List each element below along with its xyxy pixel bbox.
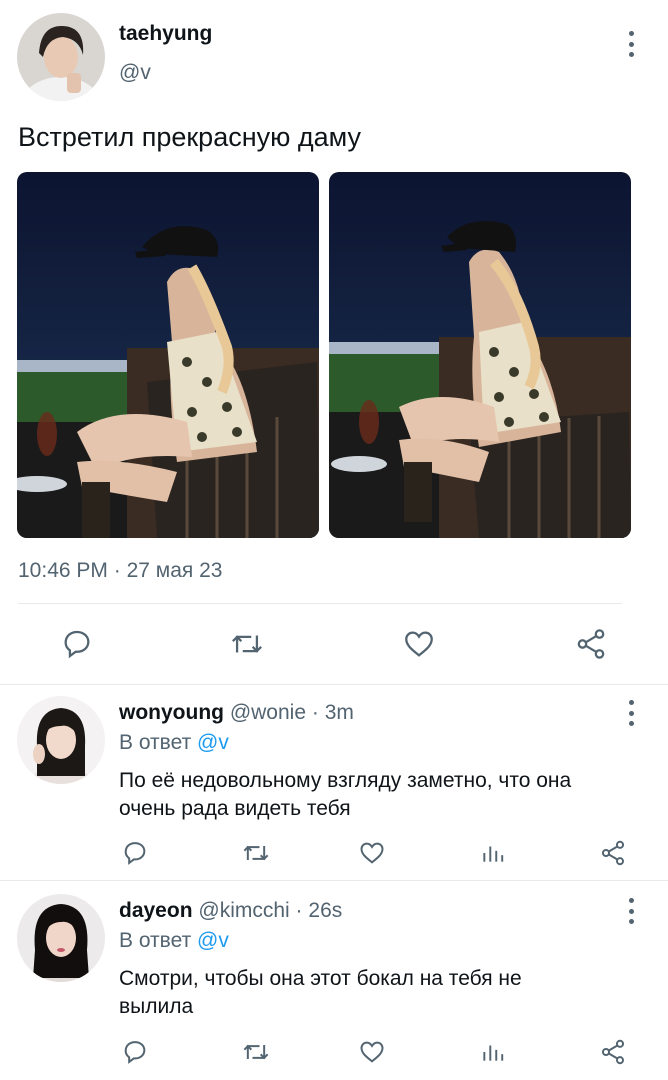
retweet-icon[interactable] — [241, 1038, 271, 1066]
share-icon[interactable] — [574, 627, 608, 661]
reply-avatar[interactable] — [17, 894, 105, 982]
more-options-icon[interactable] — [621, 700, 641, 726]
reply-avatar[interactable] — [17, 696, 105, 784]
more-options-icon[interactable] — [621, 31, 641, 57]
reply-icon[interactable] — [60, 627, 94, 661]
reply-text-line: очень рада видеть тебя — [119, 797, 351, 820]
reply-text-line: Смотри, чтобы она этот бокал на тебя не — [119, 967, 522, 990]
divider — [0, 684, 668, 685]
tweet-text: Встретил прекрасную даму — [18, 122, 362, 152]
replying-to: В ответ @v — [119, 731, 229, 755]
reply-time: 26s — [308, 899, 343, 922]
like-icon[interactable] — [402, 627, 436, 661]
author-handle[interactable]: @v — [119, 61, 151, 85]
divider — [0, 880, 668, 881]
retweet-icon[interactable] — [229, 627, 265, 661]
replying-to: В ответ @v — [119, 929, 229, 953]
replying-to-handle[interactable]: @v — [197, 731, 229, 754]
tweet-time: 10:46 PM — [18, 559, 108, 582]
tweet-photo-2[interactable] — [329, 172, 631, 538]
author-avatar[interactable] — [17, 13, 105, 101]
reply-header: wonyoung @wonie · 3m — [119, 701, 354, 725]
replying-to-handle[interactable]: @v — [197, 929, 229, 952]
tweet-timestamp[interactable]: 10:46 PM · 27 мая 23 — [18, 559, 222, 583]
more-options-icon[interactable] — [621, 898, 641, 924]
replying-to-label: В ответ — [119, 731, 192, 754]
reply-header: dayeon @kimcchi · 26s — [119, 899, 342, 923]
reply-time: 3m — [324, 701, 354, 724]
reply-author-name[interactable]: wonyoung — [119, 701, 224, 724]
reply-author-handle[interactable]: @wonie — [230, 701, 306, 724]
like-icon[interactable] — [358, 839, 386, 867]
views-icon[interactable] — [480, 1038, 506, 1066]
reply-text-line: По её недовольному взгляду заметно, что … — [119, 769, 572, 792]
share-icon[interactable] — [599, 839, 627, 867]
reply-author-name[interactable]: dayeon — [119, 899, 193, 922]
separator-dot: · — [113, 559, 121, 582]
reply-icon[interactable] — [121, 1038, 149, 1066]
reply-text-line: вылила — [119, 995, 194, 1018]
reply-text: Смотри, чтобы она этот бокал на тебя не … — [119, 965, 522, 1021]
share-icon[interactable] — [599, 1038, 627, 1066]
tweet-photo-1[interactable] — [17, 172, 319, 538]
author-name[interactable]: taehyung — [119, 22, 212, 46]
divider — [18, 603, 622, 604]
views-icon[interactable] — [480, 839, 506, 867]
separator-dot: · — [295, 899, 303, 922]
reply-text: По её недовольному взгляду заметно, что … — [119, 767, 571, 823]
reply-icon[interactable] — [121, 839, 149, 867]
replying-to-label: В ответ — [119, 929, 192, 952]
retweet-icon[interactable] — [241, 839, 271, 867]
reply-author-handle[interactable]: @kimcchi — [198, 899, 289, 922]
like-icon[interactable] — [358, 1038, 386, 1066]
tweet-date: 27 мая 23 — [126, 559, 223, 582]
separator-dot: · — [311, 701, 319, 724]
